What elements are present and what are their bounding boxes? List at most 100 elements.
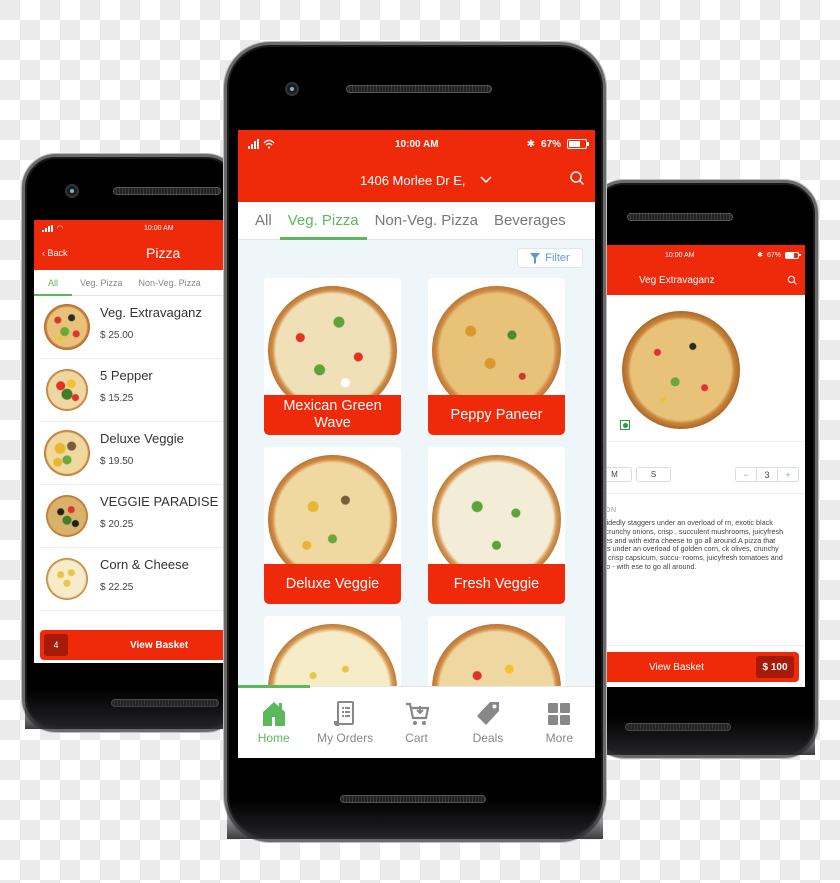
increment-button[interactable]: + (778, 468, 798, 481)
pizza-image (46, 369, 88, 411)
back-button[interactable]: ‹ Back (42, 248, 68, 258)
bluetooth-icon: ✱ (526, 138, 535, 150)
bottom-navigation: Home My Orders Cart Deals More (238, 685, 595, 758)
view-basket-label: View Basket (649, 661, 704, 673)
tab-all[interactable]: All (34, 270, 73, 296)
signal-icon (248, 139, 259, 149)
address-selector[interactable]: 1406 Morlee Dr E, (360, 173, 492, 188)
center-screen: 10:00 AM ✱ 67% 1406 Morlee Dr E, All Veg… (238, 130, 595, 758)
active-tab-indicator (238, 685, 310, 688)
category-tabs: All Veg. Pizza Non-Veg. Pizza Beverages (238, 202, 595, 240)
nav-cart[interactable]: Cart (381, 687, 452, 758)
product-name: Fresh Veggie (428, 564, 565, 604)
item-price: $ 19.50 (100, 456, 134, 467)
list-item[interactable]: 5 Pepper $ 15.25 (40, 359, 254, 422)
product-card[interactable]: Fresh Veggie (428, 447, 565, 604)
category-tabs: All Veg. Pizza Non-Veg. Pizza (34, 270, 254, 296)
cart-icon (405, 702, 429, 725)
pizza-hero-image (622, 311, 740, 429)
bottom-speaker (111, 699, 219, 707)
divider (605, 645, 805, 646)
nav-deals[interactable]: Deals (452, 687, 523, 758)
product-name: Deluxe Veggie (264, 564, 401, 604)
quantity-value: 3 (756, 468, 778, 481)
nav-label: Home (257, 730, 290, 745)
description-text: hat decidedly staggers under an overload… (605, 518, 784, 571)
tab-veg-pizza[interactable]: Veg. Pizza (279, 202, 367, 240)
item-price: $ 22.25 (100, 582, 134, 593)
product-name: Peppy Paneer (428, 395, 565, 435)
tab-non-veg-pizza[interactable]: Non-Veg. Pizza (131, 270, 209, 295)
status-bar: 10:00 AM ✱ 67% (238, 130, 595, 158)
earpiece-speaker (346, 85, 492, 93)
quantity-stepper: − 3 + (735, 467, 799, 482)
pizza-image (44, 430, 90, 476)
nav-label: Deals (472, 730, 504, 745)
product-card[interactable]: Deluxe Veggie (264, 447, 401, 604)
right-phone-mockup: 10:00 AM ✱ 67% Veg Extravaganz M S − 3 +… (590, 180, 818, 758)
product-card[interactable]: Peppy Paneer (428, 278, 565, 435)
size-option-s[interactable]: S (636, 467, 671, 482)
center-phone-mockup: 10:00 AM ✱ 67% 1406 Morlee Dr E, All Veg… (224, 42, 606, 842)
home-icon (262, 701, 285, 726)
bottom-speaker (625, 723, 731, 731)
tab-beverages[interactable]: Beverages (486, 202, 574, 239)
tag-icon (476, 701, 499, 725)
item-name: Veg. Extravaganz (100, 305, 202, 320)
page-title: Veg Extravaganz (639, 274, 715, 286)
list-item[interactable]: Corn & Cheese $ 22.25 (40, 548, 254, 611)
tab-veg-pizza[interactable]: Veg. Pizza (72, 270, 131, 295)
battery-icon (785, 251, 801, 259)
product-name: Mexican Green Wave (264, 395, 401, 435)
battery-icon (567, 139, 589, 149)
signal-icon (42, 224, 53, 232)
left-phone-mockup: ◠ 10:00 AM ‹ Back Pizza All Veg. Pizza N… (22, 154, 254, 732)
search-icon[interactable] (787, 275, 797, 285)
view-basket-button[interactable]: 4 View Basket (40, 630, 254, 660)
app-header: Veg Extravaganz (605, 265, 805, 295)
status-time: 10:00 AM (395, 138, 439, 150)
item-name: Deluxe Veggie (100, 431, 184, 446)
status-time: 10:00 AM (665, 251, 695, 259)
item-name: Corn & Cheese (100, 557, 189, 572)
product-card[interactable]: Mexican Green Wave (264, 278, 401, 435)
list-item[interactable]: Deluxe Veggie $ 19.50 (40, 422, 254, 485)
status-bar: ◠ 10:00 AM (34, 220, 254, 236)
right-screen: 10:00 AM ✱ 67% Veg Extravaganz M S − 3 +… (605, 245, 805, 687)
earpiece-speaker (113, 187, 221, 195)
front-camera (285, 82, 299, 96)
nav-home[interactable]: Home (238, 687, 309, 758)
size-option-m[interactable]: M (605, 467, 632, 482)
product-card[interactable] (264, 616, 401, 696)
view-basket-button[interactable]: View Basket $ 100 (605, 652, 799, 682)
receipt-icon (334, 700, 355, 726)
list-item[interactable]: VEGGIE PARADISE $ 20.25 (40, 485, 254, 548)
item-price: $ 15.25 (100, 393, 134, 404)
earpiece-speaker (627, 213, 733, 221)
bluetooth-icon: ✱ (757, 252, 763, 259)
filter-button[interactable]: Filter (517, 248, 583, 268)
divider (605, 441, 805, 442)
tab-all[interactable]: All (238, 202, 280, 239)
chevron-down-icon (479, 176, 492, 184)
battery-percent: 67% (540, 138, 561, 150)
list-item[interactable]: Veg. Extravaganz $ 25.00 (40, 296, 254, 359)
product-card[interactable] (428, 616, 565, 696)
wifi-icon: ◠ (57, 225, 64, 232)
nav-more[interactable]: More (524, 687, 595, 758)
nav-label: Cart (405, 730, 428, 745)
status-time: 10:00 AM (144, 224, 174, 232)
product-grid: Mexican Green Wave Peppy Paneer Deluxe V… (264, 278, 565, 696)
search-icon[interactable] (569, 170, 585, 186)
nav-my-orders[interactable]: My Orders (309, 687, 380, 758)
decrement-button[interactable]: − (736, 468, 756, 481)
basket-count-badge: 4 (44, 634, 68, 656)
app-header: 1406 Morlee Dr E, (238, 158, 595, 202)
description-heading: ON (605, 507, 617, 514)
pizza-image (46, 558, 88, 600)
pizza-image (46, 495, 88, 537)
item-name: 5 Pepper (100, 368, 153, 383)
veg-indicator-icon (620, 420, 630, 430)
tab-non-veg-pizza[interactable]: Non-Veg. Pizza (367, 202, 486, 239)
view-basket-label: View Basket (130, 639, 189, 651)
